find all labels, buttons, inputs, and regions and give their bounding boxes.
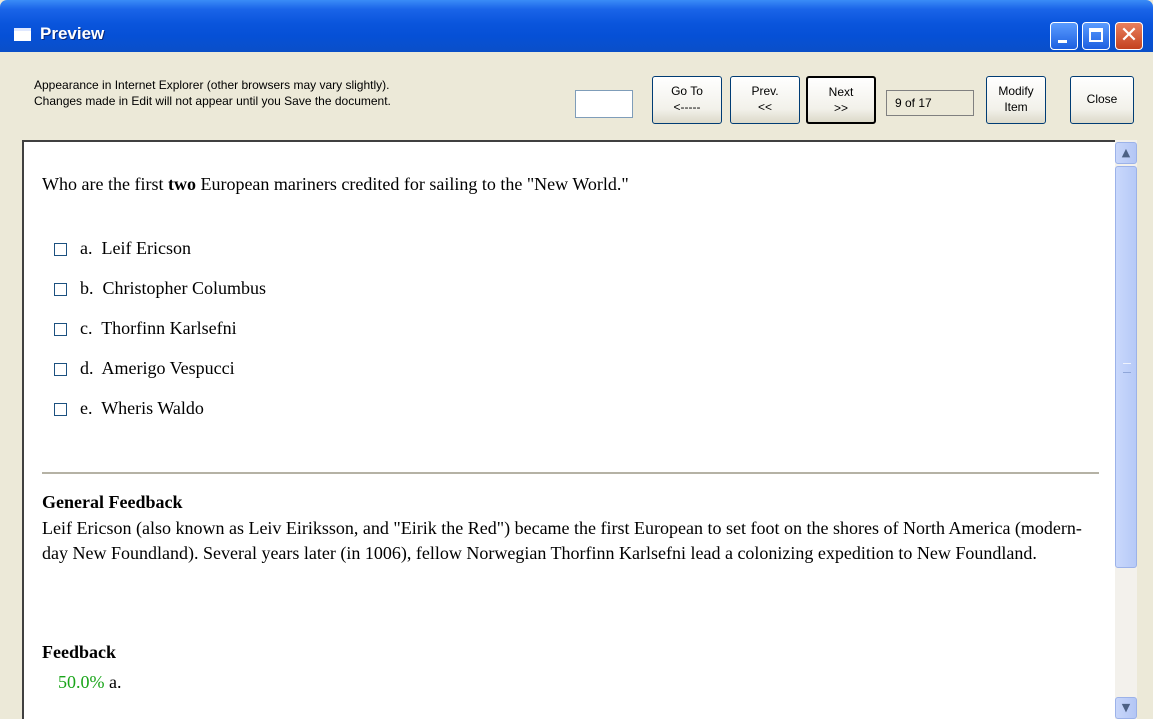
window-icon <box>14 28 31 41</box>
general-feedback-body: Leif Ericson (also known as Leiv Eirikss… <box>42 518 1082 563</box>
grip-icon <box>1123 363 1131 373</box>
next-arrow: >> <box>833 101 848 115</box>
general-feedback-title: General Feedback <box>42 492 183 512</box>
minimize-icon <box>1058 40 1067 43</box>
modify-item-button[interactable]: Modify Item <box>986 76 1046 124</box>
choice-label: b. Christopher Columbus <box>80 278 267 298</box>
minimize-button[interactable] <box>1050 22 1078 50</box>
feedback-line: 50.0% a. <box>58 672 122 693</box>
modify-label-2: Item <box>1004 100 1028 114</box>
frame-left <box>0 140 22 719</box>
goto-item-input[interactable] <box>575 90 633 118</box>
close-button[interactable]: Close <box>1070 76 1134 124</box>
prev-label: Prev. <box>751 84 779 98</box>
choice-label: a. Leif Ericson <box>80 238 191 258</box>
prev-arrow: << <box>757 100 772 114</box>
chevron-down-icon: ▼ <box>1121 701 1131 714</box>
goto-arrow: <----- <box>673 100 701 114</box>
question-text-part: Who are the first <box>42 174 168 194</box>
scroll-up-button[interactable]: ▲ <box>1115 142 1137 164</box>
preview-content: Who are the first two European mariners … <box>22 140 1115 719</box>
question-text: Who are the first two European mariners … <box>42 174 629 195</box>
checkbox[interactable] <box>54 283 67 296</box>
modify-label-1: Modify <box>998 84 1034 98</box>
feedback-title: Feedback <box>42 642 116 662</box>
choice-label: d. Amerigo Vespucci <box>80 358 235 378</box>
feedback-choice: a. <box>109 672 122 692</box>
item-counter: 9 of 17 <box>886 90 974 116</box>
checkbox[interactable] <box>54 403 67 416</box>
next-label: Next <box>828 85 854 99</box>
maximize-icon <box>1089 28 1103 42</box>
goto-button[interactable]: Go To <----- <box>652 76 722 124</box>
info-line-2: Changes made in Edit will not appear unt… <box>34 94 391 108</box>
info-text: Appearance in Internet Explorer (other b… <box>34 77 391 109</box>
question-text-bold: two <box>167 174 196 194</box>
next-button[interactable]: Next >> <box>806 76 876 124</box>
goto-label: Go To <box>671 84 703 98</box>
checkbox[interactable] <box>54 323 67 336</box>
question-text-part: European mariners credited for sailing t… <box>195 174 629 194</box>
chevron-up-icon: ▲ <box>1121 146 1131 159</box>
info-line-1: Appearance in Internet Explorer (other b… <box>34 78 390 92</box>
scroll-down-button[interactable]: ▼ <box>1115 697 1137 719</box>
frame-right <box>1137 52 1153 719</box>
close-window-button[interactable]: ✕ <box>1115 22 1143 50</box>
title-bar: Preview ✕ <box>0 0 1153 52</box>
maximize-button[interactable] <box>1082 22 1110 50</box>
window-title: Preview <box>40 24 105 43</box>
choice-label: e. Wheris Waldo <box>80 398 204 418</box>
checkbox[interactable] <box>54 363 67 376</box>
feedback-percent: 50.0% <box>58 672 105 692</box>
vertical-scrollbar[interactable]: ▲ ▼ <box>1115 140 1137 719</box>
scroll-thumb[interactable] <box>1115 166 1137 568</box>
divider <box>42 472 1099 474</box>
choice-label: c. Thorfinn Karlsefni <box>80 318 237 338</box>
close-x-icon: ✕ <box>1119 23 1139 48</box>
prev-button[interactable]: Prev. << <box>730 76 800 124</box>
checkbox[interactable] <box>54 243 67 256</box>
